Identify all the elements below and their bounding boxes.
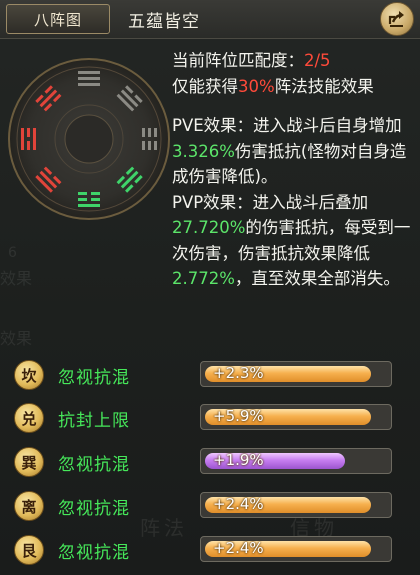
- attribute-row: 艮 忽视抗混 +2.4%: [0, 530, 420, 570]
- trigram-badge: 坎: [14, 360, 44, 390]
- gain-percent: 30%: [238, 76, 275, 96]
- formation-title: 五蕴皆空: [128, 12, 200, 32]
- trigram-badge: 离: [14, 491, 44, 521]
- bar-value: +5.9%: [213, 407, 264, 425]
- bar-value: +2.4%: [213, 539, 264, 557]
- attribute-row: 兑 抗封上限 +5.9%: [0, 398, 420, 438]
- pvp-decay-value: 2.772%: [172, 269, 235, 288]
- match-value: 2/5: [304, 51, 331, 70]
- attribute-bar: +1.9%: [200, 448, 392, 474]
- attribute-row: 离 忽视抗混 +2.4%: [0, 486, 420, 526]
- pvp-effect: PVP效果：进入战斗后叠加27.720%的伤害抵抗，每受到一次伤害，伤害抵抗效果…: [172, 192, 411, 289]
- bar-value: +2.3%: [213, 364, 264, 382]
- pve-effect: PVE效果：进入战斗后自身增加3.326%伤害抵抗(怪物对自身造成伤害降低)。: [172, 116, 407, 186]
- skill-name: 忽视抗混: [58, 455, 130, 475]
- attribute-bar: +2.4%: [200, 492, 392, 518]
- share-button[interactable]: [380, 2, 414, 36]
- attribute-row: 坎 忽视抗混 +2.3%: [0, 355, 420, 395]
- trigram-badge: 兑: [14, 403, 44, 433]
- effect-info-panel: 当前阵位匹配度：2/5 仅能获得30%阵法技能效果 PVE效果：进入战斗后自身增…: [172, 48, 417, 292]
- top-header: 八阵图 五蕴皆空: [0, 0, 420, 39]
- skill-name: 忽视抗混: [58, 499, 130, 519]
- bar-value: +1.9%: [213, 451, 264, 469]
- pve-value: 3.326%: [172, 141, 235, 161]
- skill-name: 忽视抗混: [58, 368, 130, 388]
- bazhentu-tab[interactable]: 八阵图: [6, 4, 110, 34]
- skill-name: 抗封上限: [58, 411, 130, 431]
- pvp-value: 27.720%: [172, 218, 246, 237]
- tab-label: 八阵图: [33, 10, 82, 29]
- skill-name: 忽视抗混: [58, 543, 130, 563]
- attribute-bar: +5.9%: [200, 404, 392, 430]
- attribute-bar: +2.4%: [200, 536, 392, 562]
- attribute-row: 巽 忽视抗混 +1.9%: [0, 442, 420, 482]
- bagua-wheel-icon: [8, 58, 170, 220]
- gain-line: 仅能获得30%阵法技能效果: [172, 76, 374, 96]
- bagua-wheel[interactable]: [6, 56, 172, 222]
- match-line: 当前阵位匹配度：2/5: [172, 51, 331, 70]
- attribute-bar: +2.3%: [200, 361, 392, 387]
- bar-value: +2.4%: [213, 495, 264, 513]
- trigram-badge: 艮: [14, 535, 44, 565]
- trigram-badge: 巽: [14, 447, 44, 477]
- share-arrow-icon: [388, 11, 404, 27]
